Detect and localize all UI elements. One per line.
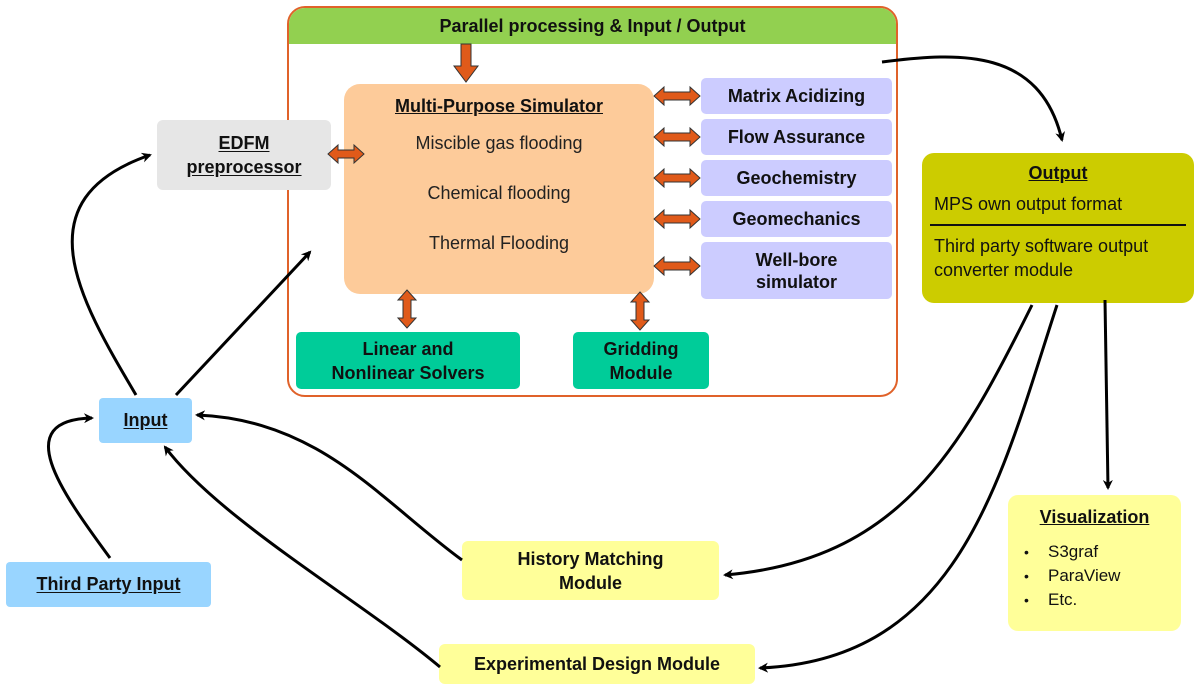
connector-layer [46, 43, 1113, 673]
orange-double-arrow-geomechanics [653, 208, 701, 230]
arrow-third-party-to-input [46, 413, 112, 559]
arrow-experimental-to-input [163, 445, 441, 669]
orange-double-arrow-matrix-acidizing [653, 85, 701, 107]
orange-double-arrow-wellbore [653, 255, 701, 277]
orange-double-arrow-flow-assurance [653, 126, 701, 148]
arrow-output-to-visualization [1102, 299, 1113, 490]
orange-double-arrow-edfm [327, 143, 365, 165]
arrow-output-to-experimental [758, 304, 1059, 673]
orange-double-arrow-gridding [629, 291, 651, 331]
arrow-input-to-edfm [70, 152, 152, 396]
orange-double-arrow-geochemistry [653, 167, 701, 189]
orange-double-arrow-solvers [396, 289, 418, 329]
arrow-frame-to-output [881, 55, 1065, 142]
arrow-output-to-history [723, 304, 1034, 580]
orange-down-arrow [453, 43, 479, 83]
arrow-history-to-input [195, 410, 463, 562]
arrow-input-to-simulator [174, 250, 312, 397]
